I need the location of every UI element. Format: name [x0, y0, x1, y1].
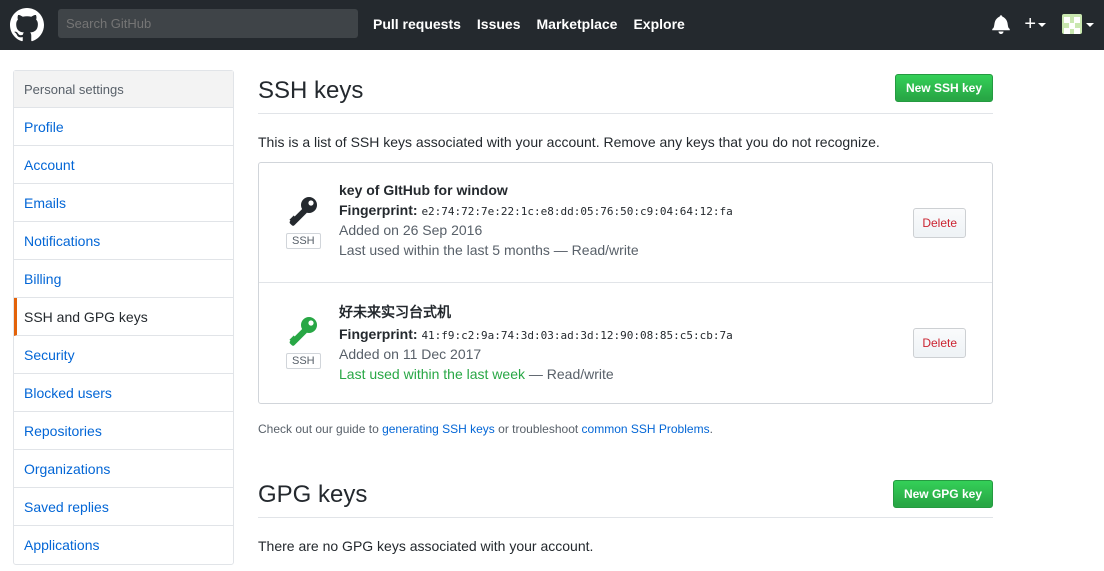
ssh-key-title: key of GItHub for window [339, 182, 508, 198]
generating-ssh-keys-link[interactable]: generating SSH keys [382, 422, 495, 436]
sidebar-item-blocked-users[interactable]: Blocked users [14, 374, 233, 412]
last-used-text: Last used within the last 5 months [339, 242, 550, 258]
nav-marketplace[interactable]: Marketplace [537, 16, 618, 32]
ssh-guide-text: Check out our guide to generating SSH ke… [258, 422, 993, 436]
gpg-section-header: GPG keys New GPG key [258, 478, 993, 518]
delete-key-button[interactable]: Delete [913, 208, 966, 238]
ssh-key-last-used: Last used within the last week — Read/wr… [339, 366, 733, 382]
ssh-key-title: 好未来实习台式机 [339, 304, 451, 320]
last-used-recent: Last used within the last week [339, 366, 525, 382]
avatar[interactable] [1062, 14, 1082, 34]
bell-icon[interactable] [992, 14, 1011, 34]
sidebar-item-account[interactable]: Account [14, 146, 233, 184]
nav-pull-requests[interactable]: Pull requests [373, 16, 461, 32]
gpg-section: GPG keys New GPG key There are no GPG ke… [258, 478, 993, 554]
sidebar-item-applications[interactable]: Applications [14, 526, 233, 564]
ssh-key-fingerprint: Fingerprint: e2:74:72:7e:22:1c:e8:dd:05:… [339, 202, 733, 218]
ssh-key-added: Added on 26 Sep 2016 [339, 222, 483, 238]
ssh-key-last-used: Last used within the last 5 months — Rea… [339, 242, 733, 258]
sidebar-item-repositories[interactable]: Repositories [14, 412, 233, 450]
sidebar-item-notifications[interactable]: Notifications [14, 222, 233, 260]
key-icon [289, 197, 317, 226]
ssh-description: This is a list of SSH keys associated wi… [258, 134, 880, 150]
sidebar-item-saved-replies[interactable]: Saved replies [14, 488, 233, 526]
guide-suffix: . [709, 422, 713, 436]
main-nav: Pull requests Issues Marketplace Explore [373, 16, 701, 32]
ssh-key-row: SSH key of GItHub for window Fingerprint… [259, 163, 992, 283]
ssh-key-added: Added on 11 Dec 2017 [339, 346, 482, 362]
ssh-key-fingerprint: Fingerprint: 41:f9:c2:9a:74:3d:03:ad:3d:… [339, 326, 733, 342]
nav-explore[interactable]: Explore [633, 16, 684, 32]
search-input[interactable] [58, 9, 358, 38]
ssh-key-list: SSH key of GItHub for window Fingerprint… [258, 162, 993, 404]
guide-middle: or troubleshoot [494, 422, 582, 436]
new-ssh-key-button[interactable]: New SSH key [894, 74, 993, 102]
sidebar-item-ssh-gpg-keys[interactable]: SSH and GPG keys [14, 298, 233, 336]
fingerprint-label: Fingerprint: [339, 326, 418, 342]
avatar-chevron-down-icon[interactable] [1086, 23, 1094, 27]
github-logo-icon[interactable] [10, 8, 44, 42]
chevron-down-icon[interactable] [1038, 23, 1046, 27]
ssh-key-row: SSH 好未来实习台式机 Fingerprint: 41:f9:c2:9a:74… [259, 283, 992, 403]
gpg-title: GPG keys [258, 481, 368, 508]
gpg-empty-message: There are no GPG keys associated with yo… [258, 538, 594, 554]
fingerprint-label: Fingerprint: [339, 202, 418, 218]
common-ssh-problems-link[interactable]: common SSH Problems [582, 422, 710, 436]
ssh-key-details: key of GItHub for window Fingerprint: e2… [339, 182, 733, 258]
nav-issues[interactable]: Issues [477, 16, 521, 32]
ssh-title: SSH keys [258, 77, 364, 104]
sidebar-item-profile[interactable]: Profile [14, 108, 233, 146]
sidebar-item-billing[interactable]: Billing [14, 260, 233, 298]
key-icon [289, 317, 317, 346]
new-gpg-key-button[interactable]: New GPG key [892, 480, 993, 508]
access-level: — Read/write [525, 366, 614, 382]
sidebar-item-organizations[interactable]: Organizations [14, 450, 233, 488]
sidebar-item-security[interactable]: Security [14, 336, 233, 374]
plus-icon[interactable]: + [1024, 14, 1036, 34]
ssh-key-details: 好未来实习台式机 Fingerprint: 41:f9:c2:9a:74:3d:… [339, 302, 733, 382]
guide-prefix: Check out our guide to [258, 422, 383, 436]
fingerprint-value: e2:74:72:7e:22:1c:e8:dd:05:76:50:c9:04:6… [421, 205, 733, 218]
fingerprint-value: 41:f9:c2:9a:74:3d:03:ad:3d:12:90:08:85:c… [421, 329, 733, 342]
top-header: Pull requests Issues Marketplace Explore… [0, 0, 1104, 50]
ssh-badge: SSH [286, 233, 321, 249]
access-level: — Read/write [549, 242, 639, 258]
delete-key-button[interactable]: Delete [913, 328, 966, 358]
header-actions: + [992, 14, 1094, 34]
ssh-section-header: SSH keys New SSH key [258, 70, 993, 114]
main-content: SSH keys New SSH key This is a list of S… [258, 70, 993, 554]
ssh-badge: SSH [286, 353, 321, 369]
sidebar-heading: Personal settings [14, 71, 233, 108]
settings-sidebar: Personal settings Profile Account Emails… [13, 70, 234, 565]
sidebar-item-emails[interactable]: Emails [14, 184, 233, 222]
